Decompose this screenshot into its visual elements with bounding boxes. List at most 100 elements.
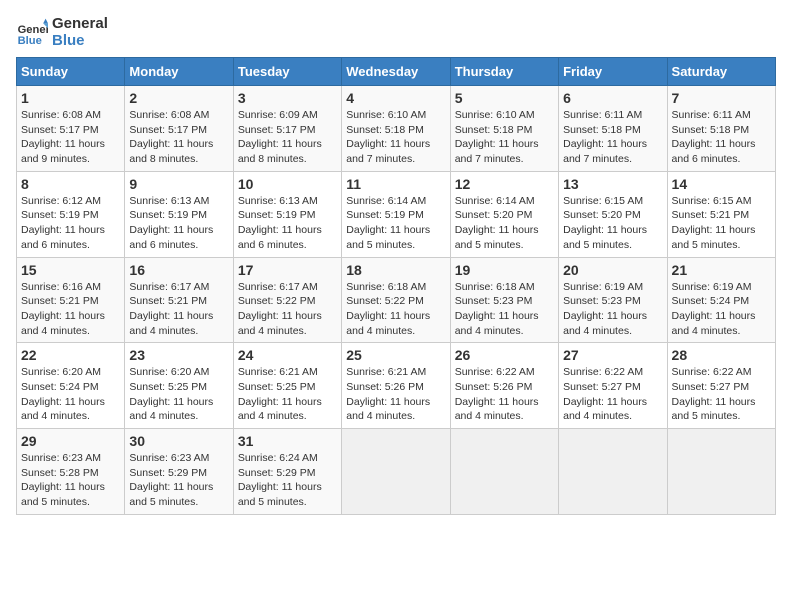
day-header-thursday: Thursday [450, 58, 558, 86]
day-info: Sunrise: 6:20 AM Sunset: 5:24 PM Dayligh… [21, 365, 120, 424]
calendar-cell: 18 Sunrise: 6:18 AM Sunset: 5:22 PM Dayl… [342, 257, 450, 343]
day-number: 14 [672, 176, 771, 192]
day-number: 1 [21, 90, 120, 106]
calendar-cell: 24 Sunrise: 6:21 AM Sunset: 5:25 PM Dayl… [233, 343, 341, 429]
sunset-label: Sunset: 5:19 PM [129, 209, 207, 221]
sunrise-label: Sunrise: 6:10 AM [346, 109, 426, 121]
day-info: Sunrise: 6:20 AM Sunset: 5:25 PM Dayligh… [129, 365, 228, 424]
day-number: 21 [672, 262, 771, 278]
sunrise-label: Sunrise: 6:24 AM [238, 452, 318, 464]
sunrise-label: Sunrise: 6:17 AM [129, 281, 209, 293]
sunset-label: Sunset: 5:17 PM [129, 124, 207, 136]
sunset-label: Sunset: 5:21 PM [129, 295, 207, 307]
logo-blue: Blue [52, 33, 108, 50]
day-info: Sunrise: 6:18 AM Sunset: 5:22 PM Dayligh… [346, 280, 445, 339]
sunrise-label: Sunrise: 6:11 AM [672, 109, 751, 121]
day-header-tuesday: Tuesday [233, 58, 341, 86]
sunset-label: Sunset: 5:19 PM [346, 209, 424, 221]
day-number: 19 [455, 262, 554, 278]
calendar-cell: 8 Sunrise: 6:12 AM Sunset: 5:19 PM Dayli… [17, 171, 125, 257]
sunset-label: Sunset: 5:22 PM [238, 295, 316, 307]
day-info: Sunrise: 6:14 AM Sunset: 5:20 PM Dayligh… [455, 194, 554, 253]
calendar-cell: 12 Sunrise: 6:14 AM Sunset: 5:20 PM Dayl… [450, 171, 558, 257]
day-number: 28 [672, 347, 771, 363]
day-info: Sunrise: 6:22 AM Sunset: 5:27 PM Dayligh… [672, 365, 771, 424]
sunrise-label: Sunrise: 6:14 AM [346, 195, 426, 207]
sunset-label: Sunset: 5:25 PM [129, 381, 207, 393]
sunset-label: Sunset: 5:26 PM [455, 381, 533, 393]
sunrise-label: Sunrise: 6:13 AM [129, 195, 209, 207]
day-info: Sunrise: 6:21 AM Sunset: 5:25 PM Dayligh… [238, 365, 337, 424]
day-number: 23 [129, 347, 228, 363]
sunrise-label: Sunrise: 6:18 AM [455, 281, 535, 293]
sunrise-label: Sunrise: 6:23 AM [21, 452, 101, 464]
day-number: 30 [129, 433, 228, 449]
day-info: Sunrise: 6:16 AM Sunset: 5:21 PM Dayligh… [21, 280, 120, 339]
sunrise-label: Sunrise: 6:13 AM [238, 195, 318, 207]
calendar-cell: 26 Sunrise: 6:22 AM Sunset: 5:26 PM Dayl… [450, 343, 558, 429]
logo-text: General Blue [52, 16, 108, 49]
day-info: Sunrise: 6:11 AM Sunset: 5:18 PM Dayligh… [563, 108, 662, 167]
sunrise-label: Sunrise: 6:19 AM [563, 281, 643, 293]
sunset-label: Sunset: 5:17 PM [238, 124, 316, 136]
daylight-label: Daylight: 11 hours and 5 minutes. [238, 481, 322, 508]
day-info: Sunrise: 6:09 AM Sunset: 5:17 PM Dayligh… [238, 108, 337, 167]
daylight-label: Daylight: 11 hours and 6 minutes. [129, 224, 213, 251]
daylight-label: Daylight: 11 hours and 4 minutes. [21, 396, 105, 423]
daylight-label: Daylight: 11 hours and 5 minutes. [672, 224, 756, 251]
day-info: Sunrise: 6:10 AM Sunset: 5:18 PM Dayligh… [455, 108, 554, 167]
day-number: 18 [346, 262, 445, 278]
day-number: 26 [455, 347, 554, 363]
sunrise-label: Sunrise: 6:17 AM [238, 281, 318, 293]
sunrise-label: Sunrise: 6:22 AM [563, 366, 643, 378]
sunset-label: Sunset: 5:28 PM [21, 467, 99, 479]
calendar-table: SundayMondayTuesdayWednesdayThursdayFrid… [16, 57, 776, 515]
daylight-label: Daylight: 11 hours and 5 minutes. [21, 481, 105, 508]
day-info: Sunrise: 6:18 AM Sunset: 5:23 PM Dayligh… [455, 280, 554, 339]
logo-general: General [52, 16, 108, 33]
sunset-label: Sunset: 5:23 PM [455, 295, 533, 307]
svg-text:General: General [18, 24, 48, 36]
sunrise-label: Sunrise: 6:20 AM [129, 366, 209, 378]
sunrise-label: Sunrise: 6:15 AM [563, 195, 643, 207]
calendar-cell: 7 Sunrise: 6:11 AM Sunset: 5:18 PM Dayli… [667, 86, 775, 172]
logo: General Blue General Blue [16, 16, 108, 49]
svg-text:Blue: Blue [18, 35, 42, 47]
sunset-label: Sunset: 5:21 PM [672, 209, 750, 221]
daylight-label: Daylight: 11 hours and 5 minutes. [346, 224, 430, 251]
day-info: Sunrise: 6:14 AM Sunset: 5:19 PM Dayligh… [346, 194, 445, 253]
sunset-label: Sunset: 5:22 PM [346, 295, 424, 307]
day-header-wednesday: Wednesday [342, 58, 450, 86]
daylight-label: Daylight: 11 hours and 4 minutes. [346, 310, 430, 337]
sunset-label: Sunset: 5:27 PM [672, 381, 750, 393]
day-info: Sunrise: 6:08 AM Sunset: 5:17 PM Dayligh… [129, 108, 228, 167]
day-info: Sunrise: 6:15 AM Sunset: 5:20 PM Dayligh… [563, 194, 662, 253]
daylight-label: Daylight: 11 hours and 4 minutes. [238, 310, 322, 337]
day-number: 3 [238, 90, 337, 106]
day-info: Sunrise: 6:12 AM Sunset: 5:19 PM Dayligh… [21, 194, 120, 253]
day-info: Sunrise: 6:23 AM Sunset: 5:29 PM Dayligh… [129, 451, 228, 510]
calendar-cell: 5 Sunrise: 6:10 AM Sunset: 5:18 PM Dayli… [450, 86, 558, 172]
sunrise-label: Sunrise: 6:12 AM [21, 195, 101, 207]
week-row-4: 22 Sunrise: 6:20 AM Sunset: 5:24 PM Dayl… [17, 343, 776, 429]
day-number: 10 [238, 176, 337, 192]
calendar-cell: 22 Sunrise: 6:20 AM Sunset: 5:24 PM Dayl… [17, 343, 125, 429]
day-number: 25 [346, 347, 445, 363]
day-info: Sunrise: 6:22 AM Sunset: 5:26 PM Dayligh… [455, 365, 554, 424]
day-number: 12 [455, 176, 554, 192]
sunset-label: Sunset: 5:23 PM [563, 295, 641, 307]
sunrise-label: Sunrise: 6:19 AM [672, 281, 752, 293]
calendar-cell [450, 429, 558, 515]
calendar-cell: 28 Sunrise: 6:22 AM Sunset: 5:27 PM Dayl… [667, 343, 775, 429]
daylight-label: Daylight: 11 hours and 7 minutes. [455, 138, 539, 165]
sunrise-label: Sunrise: 6:23 AM [129, 452, 209, 464]
day-number: 27 [563, 347, 662, 363]
daylight-label: Daylight: 11 hours and 8 minutes. [238, 138, 322, 165]
day-info: Sunrise: 6:21 AM Sunset: 5:26 PM Dayligh… [346, 365, 445, 424]
sunrise-label: Sunrise: 6:16 AM [21, 281, 101, 293]
week-row-1: 1 Sunrise: 6:08 AM Sunset: 5:17 PM Dayli… [17, 86, 776, 172]
daylight-label: Daylight: 11 hours and 4 minutes. [21, 310, 105, 337]
day-number: 9 [129, 176, 228, 192]
day-info: Sunrise: 6:15 AM Sunset: 5:21 PM Dayligh… [672, 194, 771, 253]
calendar-cell: 30 Sunrise: 6:23 AM Sunset: 5:29 PM Dayl… [125, 429, 233, 515]
